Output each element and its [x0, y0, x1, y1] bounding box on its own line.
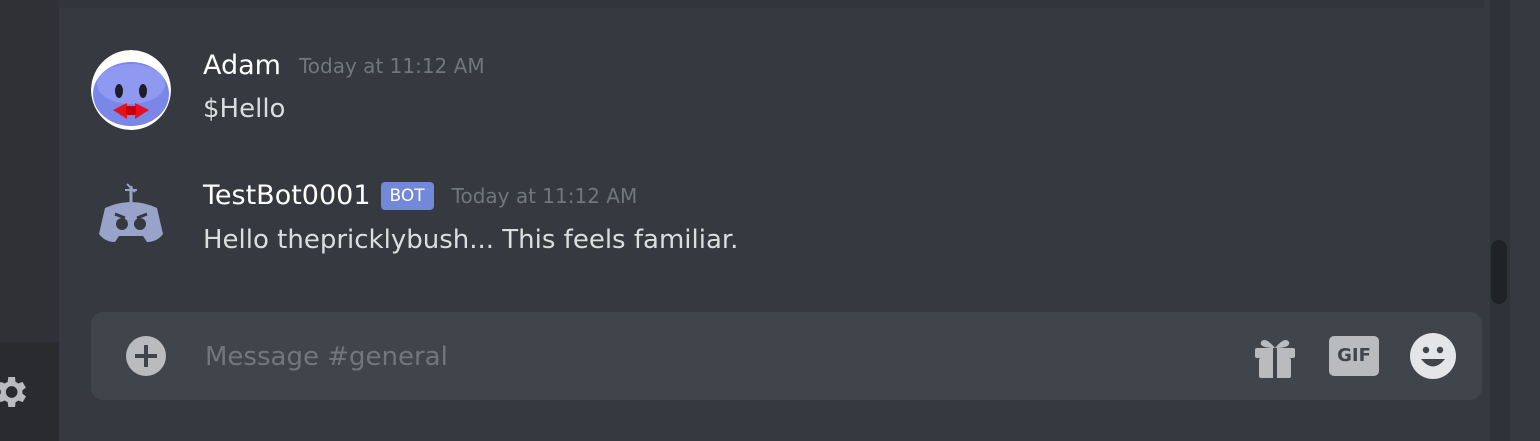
message-input[interactable]	[203, 336, 1207, 378]
message-timestamp: Today at 11:12 AM	[298, 53, 485, 78]
scrollbar-track[interactable]	[1490, 0, 1510, 441]
message-header: TestBot0001 BOT Today at 11:12 AM	[203, 180, 637, 211]
smiley-emoji-icon[interactable]	[1409, 332, 1457, 380]
bot-avatar-image	[99, 183, 163, 242]
message-timestamp: Today at 11:12 AM	[451, 183, 638, 208]
message-divider	[59, 0, 1484, 8]
avatar[interactable]	[91, 50, 171, 130]
username[interactable]: TestBot0001	[203, 180, 371, 211]
gif-icon[interactable]: GIF	[1329, 336, 1379, 376]
gif-label: GIF	[1337, 345, 1371, 366]
message-composer: GIF	[91, 312, 1482, 400]
plus-circle-icon[interactable]	[125, 335, 167, 377]
username[interactable]: Adam	[203, 50, 281, 81]
avatar[interactable]	[91, 178, 171, 258]
chat-area: Adam Today at 11:12 AM $Hello TestBot000…	[59, 0, 1509, 441]
scrollbar-thumb[interactable]	[1491, 240, 1507, 304]
gear-icon[interactable]	[0, 372, 30, 412]
message-content: Hello thepricklybush... This feels famil…	[203, 225, 739, 255]
message-header: Adam Today at 11:12 AM	[203, 50, 485, 81]
message-content: $Hello	[203, 94, 286, 124]
window-edge	[1510, 0, 1540, 441]
bot-badge: BOT	[380, 181, 434, 210]
gift-icon[interactable]	[1251, 334, 1299, 378]
server-sidebar-edge	[0, 0, 59, 441]
user-avatar-image	[91, 50, 171, 130]
